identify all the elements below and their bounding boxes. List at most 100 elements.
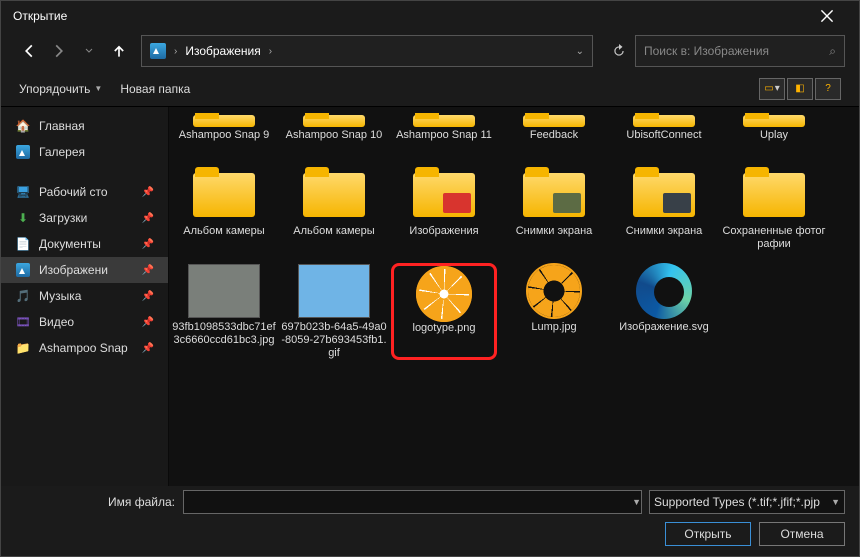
folder-icon <box>743 115 805 127</box>
pin-icon: 📌 <box>142 317 154 328</box>
help-button[interactable]: ? <box>815 78 841 100</box>
filename-input[interactable] <box>183 490 642 514</box>
filetype-select[interactable]: Supported Types (*.tif;*.jfif;*.pjp▼ <box>649 490 845 514</box>
open-button[interactable]: Открыть <box>665 522 751 546</box>
refresh-icon <box>612 44 626 58</box>
sidebar-item-downloads[interactable]: ⬇Загрузки📌 <box>1 205 168 231</box>
folder-tile[interactable]: Ashampoo Snap 10 <box>281 113 387 155</box>
chevron-right-icon: › <box>269 46 272 57</box>
image-thumbnail <box>188 264 260 318</box>
file-label: Альбом камеры <box>171 225 277 251</box>
folder-icon: 📁 <box>15 340 31 356</box>
file-tile[interactable]: 697b023b-64a5-49a0-8059-27b693453fb1.gif <box>281 263 387 360</box>
folder-icon <box>523 173 585 217</box>
file-label: Ashampoo Snap 11 <box>391 129 497 155</box>
folder-tile[interactable]: Ashampoo Snap 11 <box>391 113 497 155</box>
folder-icon <box>633 115 695 127</box>
sidebar-item-desktop[interactable]: 🖥Рабочий сто📌 <box>1 179 168 205</box>
folder-tile[interactable]: Альбом камеры <box>171 167 277 251</box>
chevron-down-icon <box>85 48 93 54</box>
search-box[interactable]: Поиск в: Изображения ⌕ <box>635 35 845 67</box>
file-label: Снимки экрана <box>611 225 717 251</box>
folder-tile[interactable]: Снимки экрана <box>501 167 607 251</box>
window-title: Открытие <box>13 9 67 23</box>
command-bar: Упорядочить▼ Новая папка ▭▾ ◧ ? <box>1 71 859 107</box>
open-dialog: Открытие › Изображения › ⌄ Поиск в: Изоб… <box>0 0 860 557</box>
folder-tile[interactable]: Ashampoo Snap 9 <box>171 113 277 155</box>
chevron-down-icon[interactable]: ▼ <box>632 497 641 507</box>
folder-icon <box>413 173 475 217</box>
new-folder-button[interactable]: Новая папка <box>120 82 190 96</box>
button-row: Открыть Отмена <box>1 518 859 556</box>
folder-tile[interactable]: UbisoftConnect <box>611 113 717 155</box>
path-segment: Изображения <box>185 44 260 58</box>
sidebar: 🏠Главная Галерея 🖥Рабочий сто📌 ⬇Загрузки… <box>1 107 169 486</box>
layout-icon: ▭ <box>764 83 773 94</box>
file-area[interactable]: Ashampoo Snap 9Ashampoo Snap 10Ashampoo … <box>169 107 859 486</box>
folder-tile[interactable]: Изображения <box>391 167 497 251</box>
folder-tile[interactable]: Сохраненные фотографии <box>721 167 827 251</box>
file-label: Снимки экрана <box>501 225 607 251</box>
file-tile[interactable]: Изображение.svg <box>611 263 717 360</box>
video-icon: 🎞 <box>15 314 31 330</box>
sidebar-item-video[interactable]: 🎞Видео📌 <box>1 309 168 335</box>
back-button[interactable] <box>15 37 43 65</box>
file-label: Изображение.svg <box>611 321 717 347</box>
up-button[interactable] <box>105 37 133 65</box>
close-icon <box>820 9 834 23</box>
folder-icon <box>633 173 695 217</box>
cancel-button[interactable]: Отмена <box>759 522 845 546</box>
file-tile[interactable]: Lump.jpg <box>501 263 607 360</box>
chevron-right-icon: › <box>174 46 177 57</box>
body: 🏠Главная Галерея 🖥Рабочий сто📌 ⬇Загрузки… <box>1 107 859 486</box>
recent-dropdown[interactable] <box>75 37 103 65</box>
home-icon: 🏠 <box>15 118 31 134</box>
sidebar-item-home[interactable]: 🏠Главная <box>1 113 168 139</box>
sidebar-item-ashampoo[interactable]: 📁Ashampoo Snap📌 <box>1 335 168 361</box>
preview-pane-button[interactable]: ◧ <box>787 78 813 100</box>
view-controls: ▭▾ ◧ ? <box>759 78 841 100</box>
search-placeholder: Поиск в: Изображения <box>644 44 769 58</box>
view-mode-button[interactable]: ▭▾ <box>759 78 785 100</box>
sidebar-item-gallery[interactable]: Галерея <box>1 139 168 165</box>
file-tile[interactable]: 93fb1098533dbc71ef3c6660ccd61bc3.jpg <box>171 263 277 360</box>
chevron-down-icon: ▼ <box>831 497 840 507</box>
pin-icon: 📌 <box>142 265 154 276</box>
file-label: Ashampoo Snap 10 <box>281 129 387 155</box>
sidebar-item-documents[interactable]: 📄Документы📌 <box>1 231 168 257</box>
folder-tile[interactable]: Feedback <box>501 113 607 155</box>
orange-icon <box>526 263 582 319</box>
pin-icon: 📌 <box>142 291 154 302</box>
footer: Имя файла: ▼ Supported Types (*.tif;*.jf… <box>1 486 859 556</box>
file-label: 93fb1098533dbc71ef3c6660ccd61bc3.jpg <box>171 321 277 347</box>
desktop-icon: 🖥 <box>15 184 31 200</box>
folder-tile[interactable]: Альбом камеры <box>281 167 387 251</box>
file-label: Альбом камеры <box>281 225 387 251</box>
refresh-button[interactable] <box>605 35 633 67</box>
titlebar: Открытие <box>1 1 859 31</box>
file-row: 93fb1098533dbc71ef3c6660ccd61bc3.jpg697b… <box>169 261 859 370</box>
folder-icon <box>523 115 585 127</box>
pin-icon: 📌 <box>142 213 154 224</box>
image-thumbnail <box>298 264 370 318</box>
sidebar-item-music[interactable]: 🎵Музыка📌 <box>1 283 168 309</box>
arrow-right-icon <box>52 44 66 58</box>
file-row: Ashampoo Snap 9Ashampoo Snap 10Ashampoo … <box>169 111 859 165</box>
file-tile[interactable]: logotype.png <box>391 263 497 360</box>
address-bar[interactable]: › Изображения › ⌄ <box>141 35 593 67</box>
sidebar-item-pictures[interactable]: Изображени📌 <box>1 257 168 283</box>
preview-icon: ◧ <box>795 83 804 94</box>
nav-row: › Изображения › ⌄ Поиск в: Изображения ⌕ <box>1 31 859 71</box>
file-label: Сохраненные фотографии <box>721 225 827 251</box>
folder-tile[interactable]: Uplay <box>721 113 827 155</box>
file-label: Изображения <box>391 225 497 251</box>
gallery-icon <box>15 144 31 160</box>
forward-button[interactable] <box>45 37 73 65</box>
close-button[interactable] <box>807 1 847 31</box>
chevron-down-icon[interactable]: ⌄ <box>576 46 584 57</box>
organize-menu[interactable]: Упорядочить▼ <box>19 82 102 96</box>
pin-icon: 📌 <box>142 187 154 198</box>
arrow-up-icon <box>112 44 126 58</box>
folder-icon <box>303 115 365 127</box>
folder-tile[interactable]: Снимки экрана <box>611 167 717 251</box>
